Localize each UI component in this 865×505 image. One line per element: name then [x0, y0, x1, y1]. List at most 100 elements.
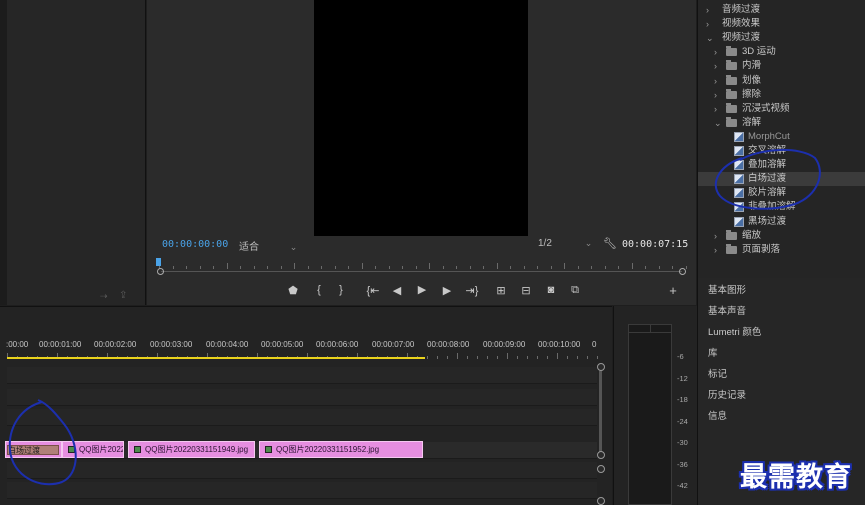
add-button-icon[interactable]: +: [666, 283, 680, 298]
panel-tab[interactable]: 历史记录: [708, 387, 746, 401]
chevron-right-icon[interactable]: ›: [706, 3, 709, 17]
chevron-right-icon[interactable]: ›: [706, 17, 709, 31]
monitor-ruler[interactable]: [159, 259, 687, 269]
ruler-label: 00:00:10:00: [538, 340, 581, 349]
effects-item[interactable]: › 划像: [698, 74, 865, 88]
effects-item[interactable]: 黑场过渡: [698, 215, 865, 229]
effects-item[interactable]: 叠加溶解: [698, 158, 865, 172]
zoom-handle-right[interactable]: [679, 268, 686, 275]
panel-tab[interactable]: 基本声音: [708, 303, 746, 317]
effects-item[interactable]: › 3D 运动: [698, 45, 865, 59]
panel-tab[interactable]: 基本图形: [708, 282, 746, 296]
db-label: -24: [677, 416, 688, 426]
lift-icon[interactable]: ⊞: [494, 284, 508, 297]
panel-tab[interactable]: 库: [708, 345, 718, 359]
zoom-fit-select[interactable]: 适合 ⌄: [239, 238, 297, 253]
marker-icon[interactable]: ⬟: [286, 284, 300, 297]
resolution-select[interactable]: 1/2 ⌄: [538, 238, 592, 249]
zoom-fit-value: 适合: [239, 242, 259, 253]
folder-icon: [726, 229, 737, 240]
effects-item[interactable]: › 擦除: [698, 88, 865, 102]
camera-icon[interactable]: ◙: [544, 284, 558, 296]
db-label: -30: [677, 438, 688, 447]
scroll-knob-low[interactable]: [597, 465, 605, 473]
image-thumbnail-icon: [265, 446, 272, 454]
clip-1[interactable]: QQ图片20220: [62, 441, 124, 458]
effects-item[interactable]: › 音频过渡: [698, 3, 865, 17]
ruler-label: 0: [592, 340, 597, 349]
effects-item[interactable]: ⌄ 溶解: [698, 116, 865, 130]
effects-item[interactable]: 非叠加溶解: [698, 200, 865, 214]
mark-out-icon[interactable]: }: [334, 284, 348, 296]
chevron-right-icon[interactable]: ›: [714, 243, 717, 257]
audio-track-1[interactable]: [7, 462, 597, 479]
timeline-vscroll[interactable]: [599, 371, 602, 455]
current-timecode[interactable]: 00:00:00:00: [162, 239, 228, 250]
ruler-label: 00:00:08:00: [427, 340, 470, 349]
chevron-right-icon[interactable]: ›: [714, 45, 717, 59]
effects-item[interactable]: 交叉溶解: [698, 144, 865, 158]
extract-icon[interactable]: ⊟: [519, 284, 533, 297]
transition-icon: [734, 160, 744, 171]
clip-2[interactable]: QQ图片20220331151949.jpg: [128, 441, 255, 458]
ruler-label: 00:00:02:00: [94, 340, 137, 349]
chevron-down-icon: ⌄: [584, 238, 593, 248]
overwrite-icon[interactable]: ⇪: [119, 290, 127, 301]
panel-tab[interactable]: 信息: [708, 408, 727, 422]
chevron-down-icon[interactable]: ⌄: [714, 116, 722, 130]
effects-item-label: 白场过渡: [748, 173, 787, 185]
effects-item-label: 页面剥落: [742, 243, 781, 255]
ruler-label: 00:00:05:00: [261, 340, 304, 349]
panel-tab[interactable]: Lumetri 颜色: [708, 324, 761, 338]
play-icon[interactable]: ▶: [415, 283, 429, 296]
effects-item[interactable]: › 内滑: [698, 59, 865, 73]
transition-block[interactable]: 白场过渡: [7, 445, 59, 455]
timeline-panel: :00:00 00:00:01:00 00:00:02:00 00:00:03:00 0…: [0, 306, 612, 505]
step-back-icon[interactable]: ◀: [390, 284, 404, 297]
effects-item[interactable]: › 沉浸式视频: [698, 102, 865, 116]
ruler-label: 00:00:04:00: [206, 340, 249, 349]
chevron-right-icon[interactable]: ›: [714, 74, 717, 88]
effects-item[interactable]: ⌄ 视频过渡: [698, 31, 865, 45]
effects-item[interactable]: 白场过渡: [698, 172, 865, 187]
video-preview: [314, 0, 528, 236]
video-track-3[interactable]: [7, 367, 597, 384]
zoom-handle-left[interactable]: [157, 268, 164, 275]
effects-item-label: 交叉溶解: [748, 145, 787, 156]
audio-track-2[interactable]: [7, 482, 597, 499]
insert-icon[interactable]: ⇢: [100, 291, 108, 302]
audio-meter: -6 -12 -18 -24 -30 -36 -42: [613, 306, 697, 505]
video-track-1[interactable]: [7, 409, 597, 426]
playhead[interactable]: [156, 258, 161, 266]
video-track-2[interactable]: [7, 389, 597, 406]
effects-item[interactable]: › 缩放: [698, 229, 865, 243]
chevron-down-icon[interactable]: ⌄: [706, 31, 714, 45]
effects-item[interactable]: › 页面剥落: [698, 243, 865, 257]
goto-out-icon[interactable]: ⇥}: [463, 284, 481, 297]
scroll-knob-top[interactable]: [597, 363, 605, 371]
folder-icon: [726, 243, 737, 254]
panel-tab[interactable]: 标记: [708, 366, 727, 380]
wrench-icon[interactable]: 🔧︎: [603, 237, 617, 250]
scroll-knob-bottom[interactable]: [597, 497, 605, 505]
mark-in-icon[interactable]: {: [312, 284, 326, 296]
chevron-right-icon[interactable]: ›: [714, 102, 717, 116]
step-forward-icon[interactable]: ▶: [440, 284, 454, 297]
watermark-logo: 最需教育: [740, 462, 852, 493]
scroll-knob-mid[interactable]: [597, 451, 605, 459]
chevron-right-icon[interactable]: ›: [714, 59, 717, 73]
effects-item[interactable]: › 视频效果: [698, 17, 865, 31]
db-label: -6: [677, 352, 684, 361]
compare-icon[interactable]: ⧉: [568, 284, 582, 297]
clip-3[interactable]: QQ图片20220331151952.jpg: [259, 441, 423, 458]
work-area-bar[interactable]: [7, 357, 425, 359]
ruler-label: :00:00: [6, 340, 29, 349]
chevron-right-icon[interactable]: ›: [714, 88, 717, 102]
monitor-zoom-bar[interactable]: [161, 271, 682, 272]
clip-first[interactable]: 白场过渡: [5, 441, 62, 458]
chevron-down-icon: ⌄: [289, 242, 298, 252]
goto-in-icon[interactable]: {⇤: [364, 284, 382, 297]
effects-item[interactable]: 胶片溶解: [698, 186, 865, 200]
chevron-right-icon[interactable]: ›: [714, 229, 717, 243]
effects-item[interactable]: MorphCut: [698, 130, 865, 144]
